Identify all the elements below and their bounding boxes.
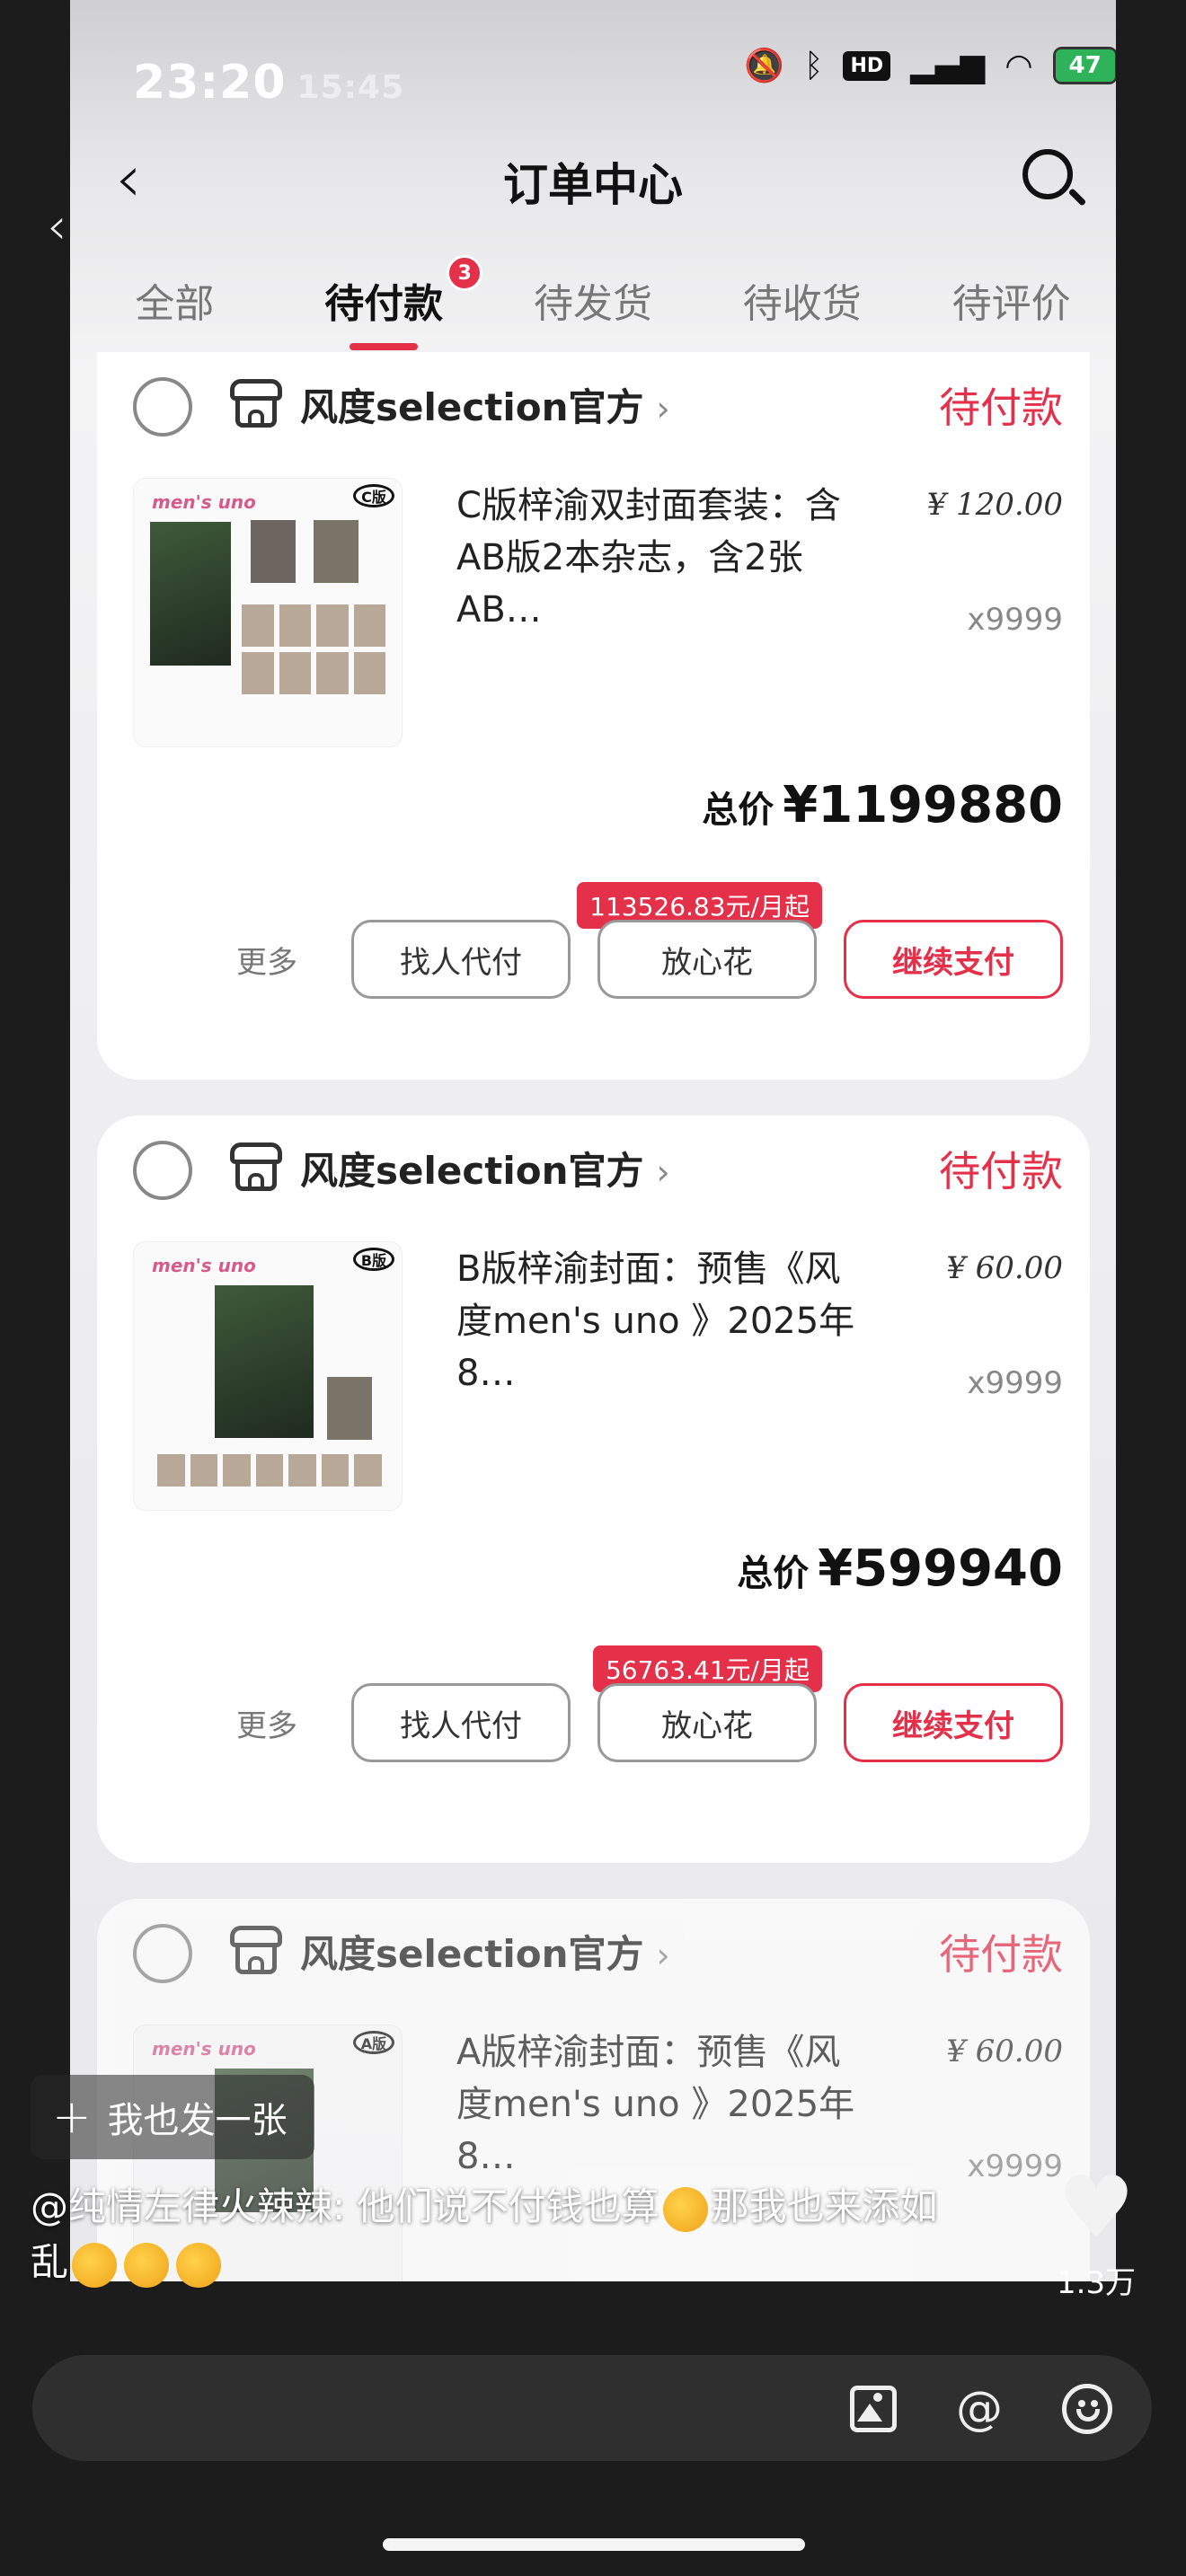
mute-icon: 🔕 [744,48,784,84]
tab-all[interactable]: 全部 [70,260,279,359]
order-status: 待付款 [939,384,1063,432]
magazine-masthead: men's uno [152,2038,256,2060]
store-icon [230,379,282,429]
image-icon[interactable] [846,2382,900,2436]
more-button[interactable]: 更多 [236,1701,297,1745]
order-status: 待付款 [939,1930,1063,1979]
search-icon[interactable] [1021,147,1087,208]
signal-icon: ▂▄▆ [910,47,986,84]
proxy-pay-button[interactable]: 找人代付 [351,920,571,999]
quantity: x9999 [967,602,1063,638]
unit-price: ¥ 60.00 [946,2033,1063,2069]
store-icon [230,1142,282,1193]
unit-price: ¥ 120.00 [926,487,1063,523]
magazine-masthead: men's uno [152,1255,256,1276]
hug-emoji-icon [176,2242,222,2288]
product-title[interactable]: C版梓渝双封面套装：含 AB版2本杂志，含2张AB… [456,480,879,636]
store-icon [230,1926,282,1976]
hug-emoji-icon [662,2186,708,2232]
order-list: 风度selection官方 › 待付款 men's uno C版 C版梓渝双封面套… [97,352,1090,2281]
order-card: 风度selection官方 › 待付款 men's uno C版 C版梓渝双封面套… [97,352,1090,1080]
heart-icon: ♥ [1058,2157,1136,2258]
version-tag: A版 [353,2031,394,2054]
emoji-icon[interactable] [1060,2382,1114,2436]
chevron-right-icon: › [656,1152,670,1192]
tab-badge: 3 [447,255,483,291]
continue-pay-button[interactable]: 继续支付 [844,920,1063,999]
status-icons: 🔕 ᛒ HD ▂▄▆ ◠ 47 [744,47,1116,84]
quantity: x9999 [967,1365,1063,1401]
tab-pending-receipt[interactable]: 待收货 [697,260,907,359]
hug-emoji-icon [124,2242,170,2288]
like-count: 1.3万 [1057,2265,1137,2301]
product-thumbnail[interactable]: men's uno C版 [133,478,403,747]
outer-back-icon[interactable]: ‹ [47,198,66,256]
phone-screenshot: 23:20 15:45 🔕 ᛒ HD ▂▄▆ ◠ 47 ‹ 订单中心 全部 待付款… [70,0,1116,2281]
bluetooth-icon: ᛒ [803,47,824,84]
hug-emoji-icon [72,2242,118,2288]
order-actions: 更多 找人代付 放心花 继续支付 [236,1683,1063,1762]
store-name[interactable]: 风度selection官方 › [300,1141,670,1195]
battery-indicator: 47 [1052,47,1116,84]
comment-input[interactable]: @ [32,2355,1152,2461]
wifi-icon: ◠ [1005,47,1033,84]
order-tabs: 全部 待付款 3 待发货 待收货 待评价 [70,255,1116,359]
store-name[interactable]: 风度selection官方 › [300,377,670,432]
product-thumbnail[interactable]: men's uno B版 [133,1241,403,1511]
status-time: 23:20 15:45 [133,56,405,110]
tab-pending-review[interactable]: 待评价 [907,260,1116,359]
chevron-right-icon: › [656,389,670,428]
post-also-button[interactable]: + 我也发一张 [31,2075,314,2159]
credit-pay-button[interactable]: 放心花 [597,920,817,999]
at-icon[interactable]: @ [952,2382,1006,2436]
product-title[interactable]: B版梓渝封面：预售《风 度men's uno 》2025年8… [456,1243,879,1399]
home-indicator [383,2538,805,2551]
tab-pending-shipment[interactable]: 待发货 [489,260,698,359]
post-caption: @纯情左律火辣辣: 他们说不付钱也算 那我也来添如 乱 [31,2179,1019,2290]
select-checkbox[interactable] [133,1924,192,1983]
store-name[interactable]: 风度selection官方 › [300,1924,670,1979]
order-status: 待付款 [939,1147,1063,1195]
order-card: 风度selection官方 › 待付款 men's uno B版 B版梓渝封面：预… [97,1116,1090,1863]
select-checkbox[interactable] [133,1141,192,1200]
tab-pending-payment[interactable]: 待付款 3 [279,255,489,359]
page-title: 订单中心 [503,159,683,211]
chevron-right-icon: › [656,1936,670,1975]
version-tag: B版 [353,1248,394,1271]
total-price: 总价 ¥599940 [737,1539,1063,1598]
version-tag: C版 [353,484,394,507]
more-button[interactable]: 更多 [236,938,297,982]
continue-pay-button[interactable]: 继续支付 [844,1683,1063,1762]
like-button[interactable]: ♥ 1.3万 [1057,2165,1136,2302]
total-price: 总价 ¥1199880 [702,776,1063,834]
select-checkbox[interactable] [133,377,192,437]
proxy-pay-button[interactable]: 找人代付 [351,1683,571,1762]
credit-pay-button[interactable]: 放心花 [597,1683,817,1762]
magazine-masthead: men's uno [152,491,256,513]
title-bar: ‹ 订单中心 [70,133,1116,232]
order-actions: 更多 找人代付 放心花 继续支付 [236,920,1063,999]
product-title[interactable]: A版梓渝封面：预售《风 度men's uno 》2025年8… [456,2026,879,2183]
plus-icon: + [52,2090,92,2144]
hd-icon: HD [843,50,891,81]
unit-price: ¥ 60.00 [946,1250,1063,1286]
